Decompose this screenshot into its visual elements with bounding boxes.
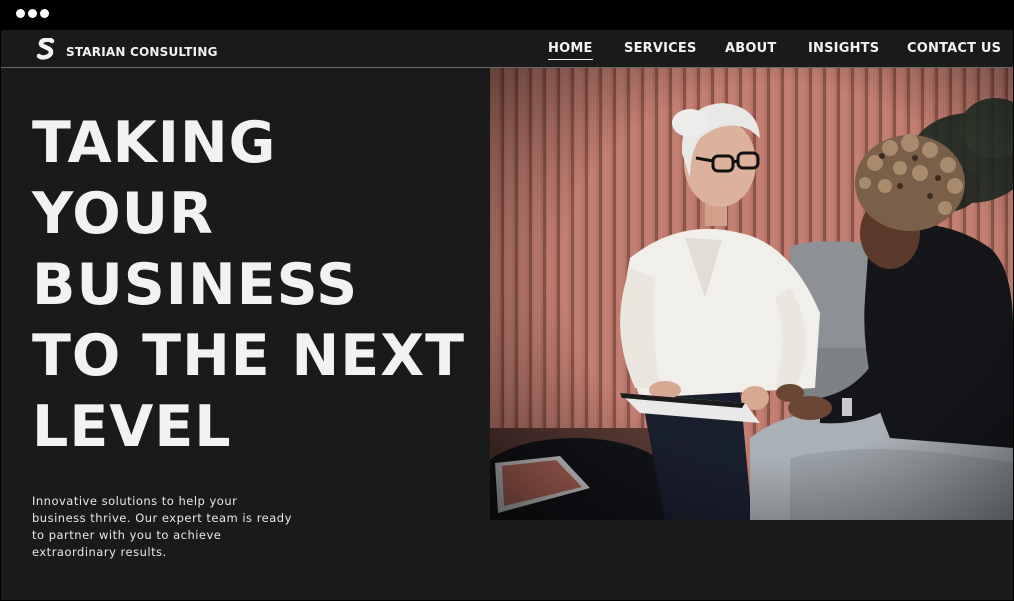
headline-line: LEVEL bbox=[32, 394, 232, 460]
window-control-dot[interactable] bbox=[28, 9, 37, 18]
window-titlebar bbox=[0, 0, 1014, 30]
headline-line: TAKING bbox=[32, 110, 277, 176]
headline-line: TO THE NEXT bbox=[32, 323, 466, 389]
nav-item-services[interactable]: SERVICES bbox=[624, 41, 697, 56]
top-navigation: STARIAN CONSULTING HOME SERVICES ABOUT I… bbox=[1, 30, 1013, 68]
nav-item-home[interactable]: HOME bbox=[548, 41, 593, 60]
hero-headline: TAKING YOUR BUSINESS TO THE NEXT LEVEL bbox=[32, 108, 465, 463]
headline-line: YOUR bbox=[32, 181, 214, 247]
two-women-meeting-photo bbox=[490, 68, 1013, 520]
hero-tagline: Innovative solutions to help your busine… bbox=[32, 494, 292, 559]
web-page: STARIAN CONSULTING HOME SERVICES ABOUT I… bbox=[1, 30, 1013, 600]
nav-item-about[interactable]: ABOUT bbox=[725, 41, 776, 56]
s-logo-icon[interactable] bbox=[36, 38, 56, 60]
brand-name[interactable]: STARIAN CONSULTING bbox=[66, 45, 218, 59]
nav-item-contact-us[interactable]: CONTACT US bbox=[907, 41, 1001, 56]
headline-line: BUSINESS bbox=[32, 252, 359, 318]
nav-item-insights[interactable]: INSIGHTS bbox=[808, 41, 879, 56]
browser-window: STARIAN CONSULTING HOME SERVICES ABOUT I… bbox=[0, 0, 1014, 601]
window-control-dot[interactable] bbox=[40, 9, 49, 18]
window-control-dot[interactable] bbox=[16, 9, 25, 18]
hero-image bbox=[490, 68, 1013, 520]
